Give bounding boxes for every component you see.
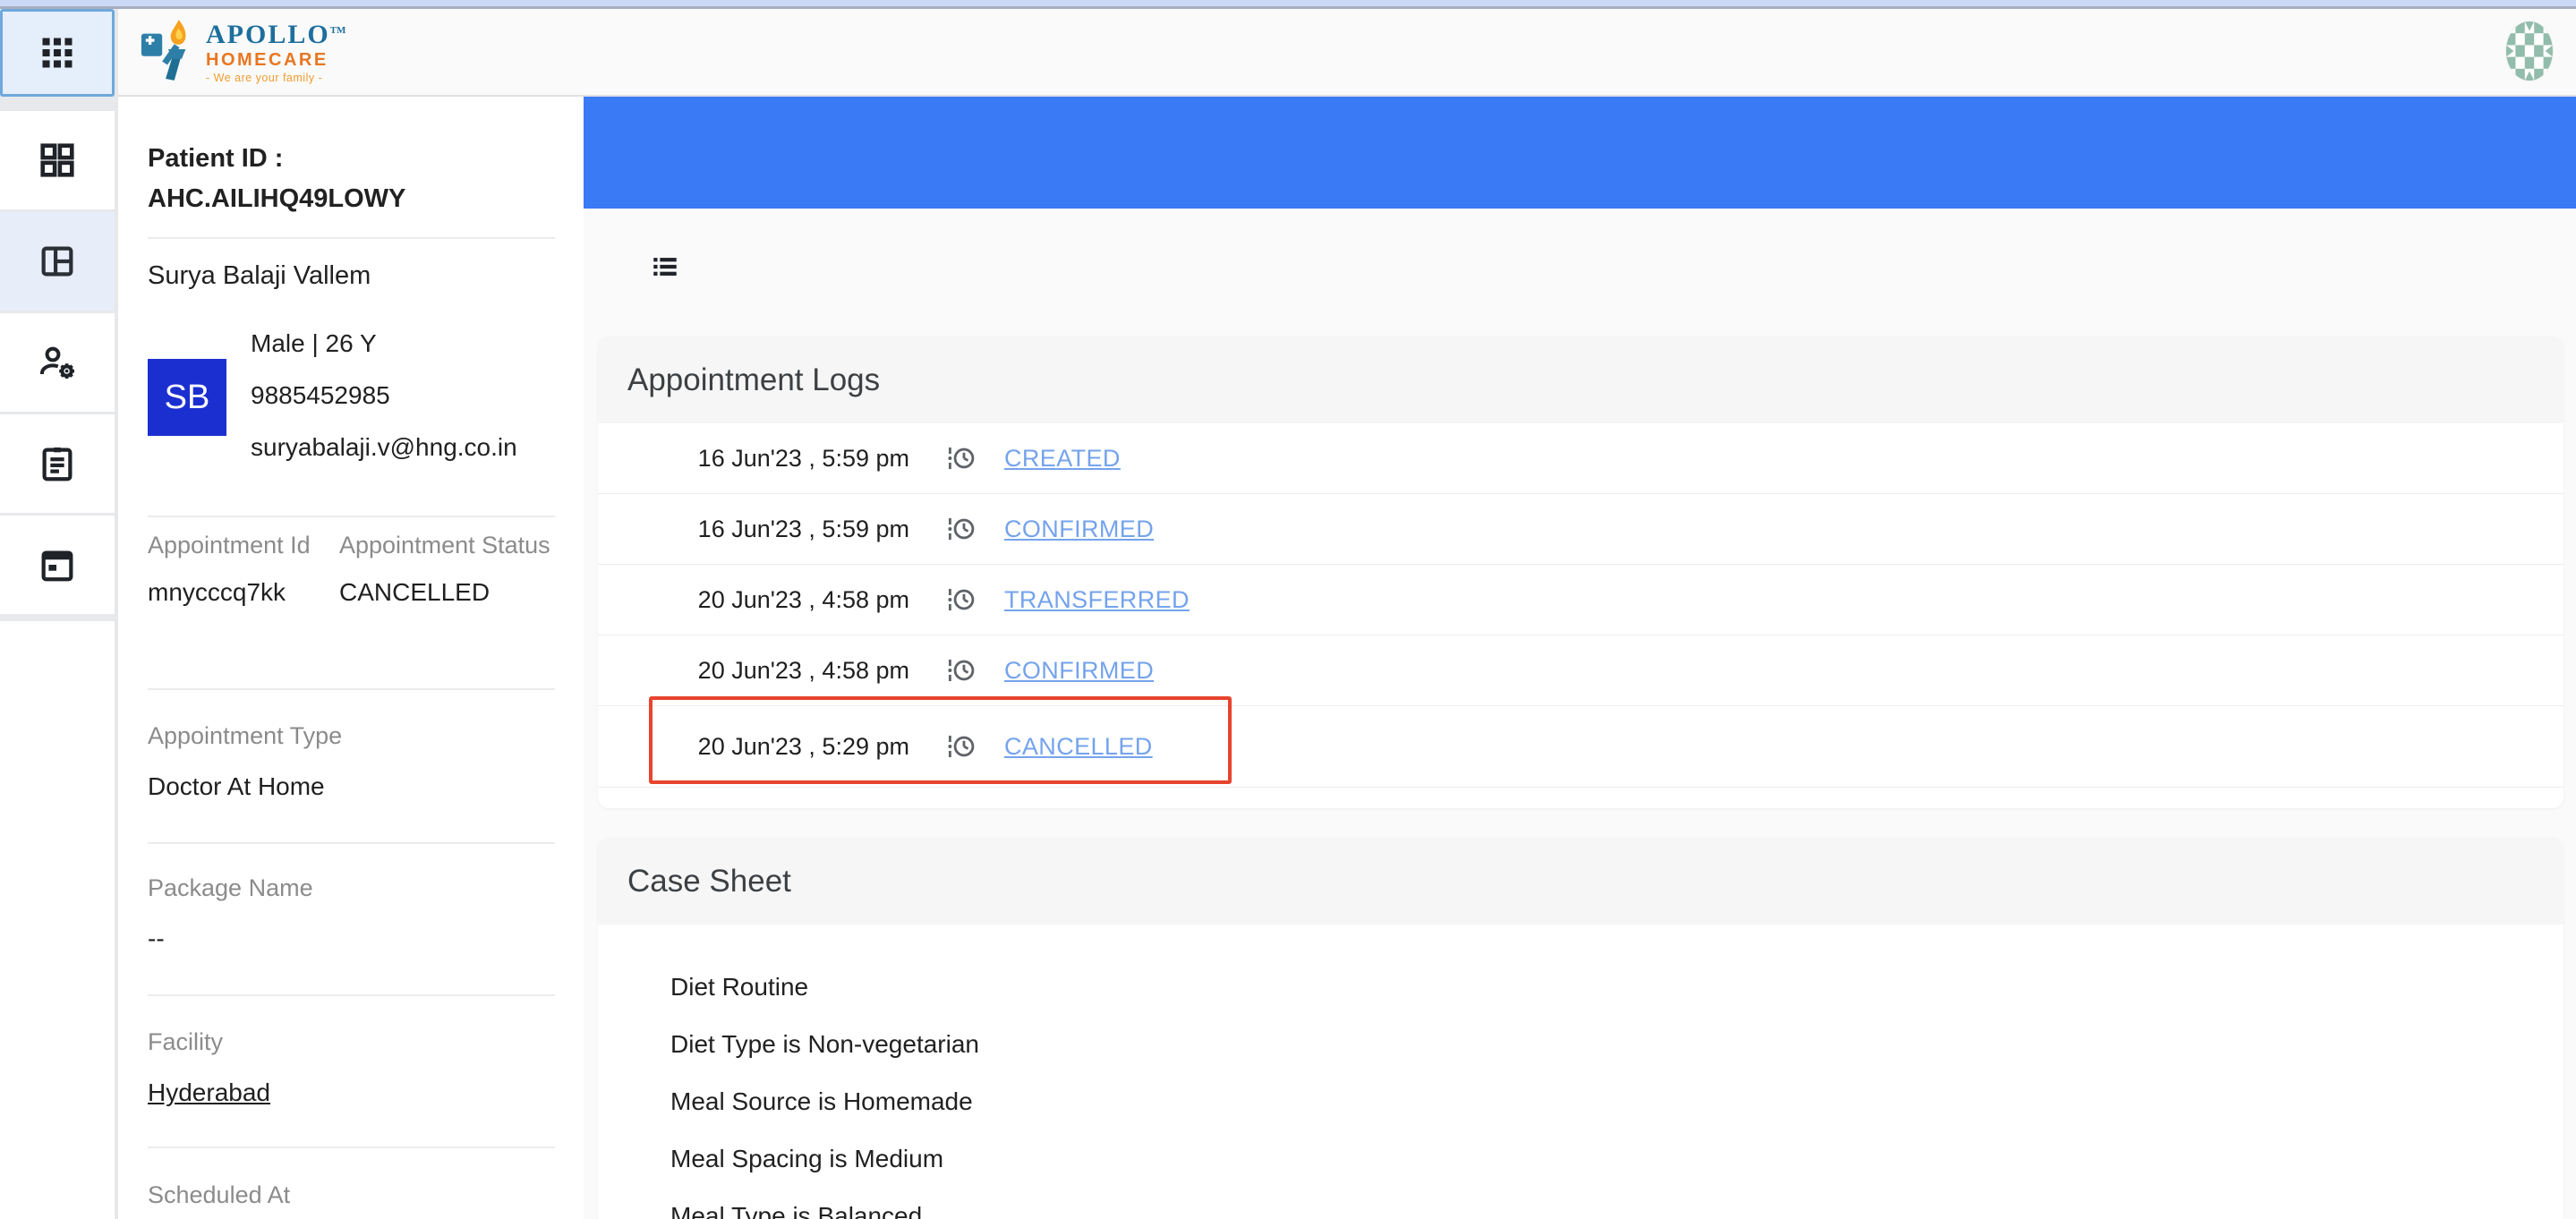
logo-homecare-text: HOMECARE (206, 51, 345, 70)
patient-summary-panel: Patient ID : AHC.AILIHQ49LOWY Surya Bala… (118, 97, 584, 1219)
divider (148, 994, 555, 996)
appointment-status-label: Appointment Status (339, 524, 555, 567)
divider (148, 516, 555, 517)
sidebar-item-dashboard[interactable] (0, 111, 115, 209)
history-clock-icon (945, 655, 976, 686)
log-timestamp: 20 Jun'23 , 5:29 pm (598, 733, 909, 761)
case-sheet-item: Meal Spacing is Medium (670, 1147, 2563, 1172)
appointment-id-status-section: Appointment Id mnycccq7kk Appointment St… (148, 524, 555, 608)
logo-tagline: - We are your family - (206, 72, 345, 84)
case-sheet-title: Case Sheet (627, 864, 791, 899)
log-row: 16 Jun'23 , 5:59 pm CONFIRMED (598, 494, 2563, 565)
appointment-logs-title: Appointment Logs (627, 362, 880, 398)
calendar-icon (37, 544, 78, 585)
appointment-logs-list: 16 Jun'23 , 5:59 pm CREATED (598, 423, 2563, 788)
patient-gender-age: Male | 26 Y (251, 330, 517, 356)
left-icon-rail (0, 9, 118, 1219)
divider (148, 237, 555, 239)
log-row: 20 Jun'23 , 4:58 pm TRANSFERRED (598, 565, 2563, 635)
top-app-bar: APOLLOTM HOMECARE - We are your family - (118, 9, 2576, 97)
sidebar-item-apps[interactable] (0, 9, 115, 97)
case-sheet-item: Meal Source is Homemade (670, 1089, 2563, 1114)
log-timestamp: 20 Jun'23 , 4:58 pm (598, 657, 909, 685)
history-clock-icon (945, 584, 976, 615)
appointment-logs-card: Appointment Logs 16 Jun'23 , 5:59 pm (598, 337, 2563, 808)
patient-avatar-initials: SB (165, 379, 210, 417)
facility-label: Facility (148, 1028, 555, 1056)
history-clock-icon (945, 731, 976, 762)
case-sheet-item: Diet Type is Non-vegetarian (670, 1032, 2563, 1057)
torch-logo-icon (140, 18, 195, 87)
case-sheet-card: Case Sheet Diet Routine Diet Type is Non… (598, 838, 2563, 1219)
main-content: Appointment Logs 16 Jun'23 , 5:59 pm (584, 97, 2576, 1219)
log-timestamp: 16 Jun'23 , 5:59 pm (598, 516, 909, 543)
log-row-highlighted: 20 Jun'23 , 5:29 pm CANCELLED (598, 706, 2563, 788)
rail-divider (0, 614, 115, 621)
patient-avatar: SB (148, 359, 226, 436)
appointment-id-label: Appointment Id (148, 524, 339, 567)
case-sheet-item: Diet Routine (670, 975, 2563, 1000)
log-status-link[interactable]: CANCELLED (1004, 733, 1153, 761)
log-status-link[interactable]: TRANSFERRED (1004, 586, 1190, 614)
logo-apollo-text: APOLLO (206, 20, 330, 49)
facility-link[interactable]: Hyderabad (148, 1078, 555, 1108)
identicon-avatar[interactable] (2506, 21, 2553, 81)
patient-email: suryabalaji.v@hng.co.in (251, 434, 517, 460)
logo-wordmark: APOLLOTM HOMECARE - We are your family - (206, 21, 345, 84)
logo-tm: TM (330, 25, 346, 36)
appointment-logs-header: Appointment Logs (598, 337, 2563, 423)
patient-id-label: Patient ID : (148, 139, 405, 179)
log-status-link[interactable]: CONFIRMED (1004, 516, 1154, 543)
patient-demographics: Male | 26 Y 9885452985 suryabalaji.v@hng… (251, 330, 517, 460)
manage-accounts-icon (36, 341, 79, 384)
list-icon (650, 251, 680, 286)
divider (148, 842, 555, 844)
case-sheet-header: Case Sheet (598, 838, 2563, 925)
blue-banner (584, 97, 2576, 209)
log-status-link[interactable]: CONFIRMED (1004, 657, 1154, 685)
appointment-id-value: mnycccq7kk (148, 577, 339, 608)
log-timestamp: 16 Jun'23 , 5:59 pm (598, 445, 909, 473)
sidebar-item-calendar[interactable] (0, 516, 115, 614)
log-row: 16 Jun'23 , 5:59 pm CREATED (598, 423, 2563, 494)
patient-phone: 9885452985 (251, 382, 517, 408)
sidebar-item-assignments[interactable] (0, 414, 115, 513)
clipboard-icon (37, 443, 78, 484)
case-sheet-item: Meal Type is Balanced (670, 1204, 2563, 1219)
scheduled-at-section: Scheduled At (148, 1181, 555, 1219)
package-name-label: Package Name (148, 874, 555, 902)
patient-id-block: Patient ID : AHC.AILIHQ49LOWY (148, 139, 405, 219)
facility-section: Facility Hyderabad (148, 1028, 555, 1108)
log-timestamp: 20 Jun'23 , 4:58 pm (598, 586, 909, 614)
history-clock-icon (945, 443, 976, 473)
scheduled-at-label: Scheduled At (148, 1181, 555, 1209)
appointment-type-section: Appointment Type Doctor At Home (148, 722, 555, 802)
appointment-type-label: Appointment Type (148, 722, 555, 750)
package-name-section: Package Name -- (148, 874, 555, 954)
log-row: 20 Jun'23 , 4:58 pm CONFIRMED (598, 635, 2563, 706)
app-window: APOLLOTM HOMECARE - We are your family - (0, 0, 2576, 1219)
sidebar-item-user-management[interactable] (0, 313, 115, 412)
history-clock-icon (945, 514, 976, 544)
dashboard-grid-icon (37, 140, 78, 181)
apps-icon (38, 33, 77, 72)
divider (148, 1147, 555, 1148)
patient-name: Surya Balaji Vallem (148, 261, 371, 291)
case-sheet-list: Diet Routine Diet Type is Non-vegetarian… (598, 925, 2563, 1219)
log-status-link[interactable]: CREATED (1004, 445, 1121, 473)
divider (148, 688, 555, 690)
apollo-homecare-logo[interactable]: APOLLOTM HOMECARE - We are your family - (140, 18, 345, 87)
patient-id-value: AHC.AILIHQ49LOWY (148, 179, 405, 219)
layout-columns-icon (37, 241, 78, 282)
appointment-type-value: Doctor At Home (148, 771, 555, 802)
list-view-button[interactable] (647, 251, 683, 286)
appointment-status-value: CANCELLED (339, 577, 555, 608)
sidebar-item-board[interactable] (0, 212, 115, 311)
package-name-value: -- (148, 924, 555, 954)
browser-top-edge (0, 0, 2576, 9)
